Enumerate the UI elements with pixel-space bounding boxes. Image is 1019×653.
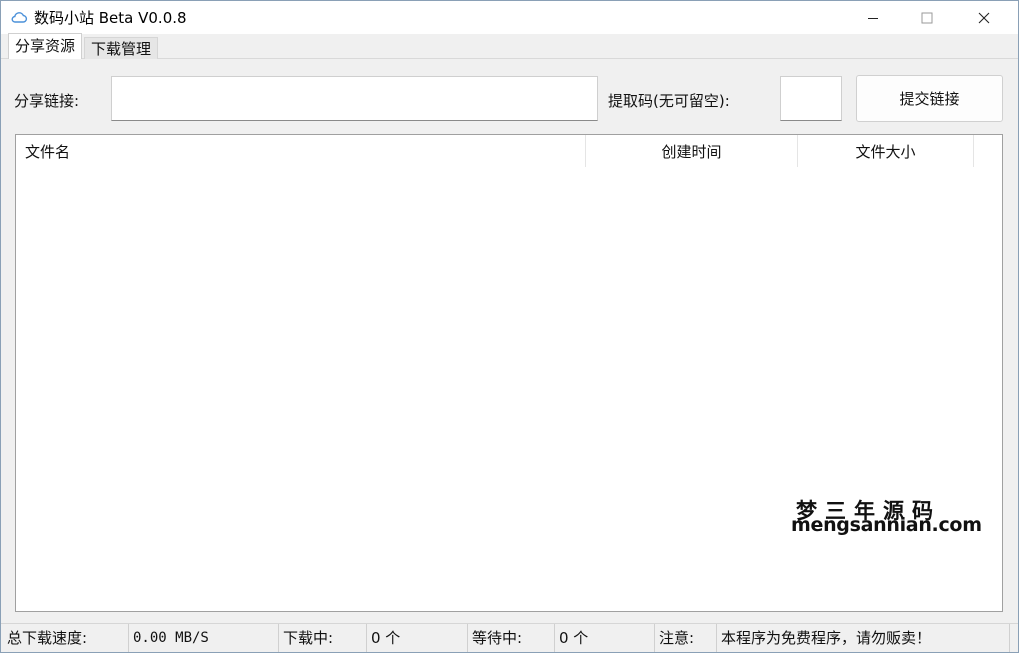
status-speed-label: 总下载速度: — [1, 624, 129, 652]
close-button[interactable] — [961, 1, 1007, 34]
title-bar[interactable]: 数码小站 Beta V0.0.8 — [1, 1, 1018, 34]
status-waiting-label: 等待中: — [468, 624, 555, 652]
cloud-icon — [11, 12, 28, 23]
status-waiting-value: 0 个 — [555, 624, 655, 652]
extract-code-label: 提取码(无可留空): — [608, 92, 730, 110]
close-icon — [978, 12, 990, 23]
column-header-file-size[interactable]: 文件大小 — [798, 135, 974, 167]
column-header-filename[interactable]: 文件名 — [16, 135, 586, 167]
watermark-url: mengsannian.com — [791, 514, 982, 536]
column-header-created-time[interactable]: 创建时间 — [586, 135, 798, 167]
maximize-button[interactable] — [904, 1, 950, 34]
extract-code-input[interactable] — [780, 76, 842, 121]
status-note-value: 本程序为免费程序，请勿贩卖！ — [717, 624, 1010, 652]
maximize-icon — [921, 12, 933, 23]
file-list[interactable]: 文件名 创建时间 文件大小 — [15, 134, 1003, 612]
status-downloading-label: 下载中: — [279, 624, 367, 652]
tab-share-resources[interactable]: 分享资源 — [8, 33, 83, 59]
share-link-label: 分享链接: — [14, 92, 80, 110]
file-list-header: 文件名 创建时间 文件大小 — [16, 135, 1002, 167]
status-speed-value: 0.00 MB/S — [129, 624, 279, 652]
minimize-button[interactable] — [850, 1, 896, 34]
tab-strip: 分享资源 下载管理 — [1, 33, 1018, 59]
app-window: 数码小站 Beta V0.0.8 分享资源 下载管理 分享链接: 提取码(无可留… — [0, 0, 1019, 653]
share-link-input[interactable] — [111, 76, 598, 121]
submit-link-button[interactable]: 提交链接 — [856, 75, 1003, 122]
status-bar: 总下载速度: 0.00 MB/S 下载中: 0 个 等待中: 0 个 注意: 本… — [1, 623, 1018, 652]
window-title: 数码小站 Beta V0.0.8 — [34, 9, 187, 27]
tab-download-manager[interactable]: 下载管理 — [84, 37, 159, 59]
status-note-label: 注意: — [655, 624, 717, 652]
status-downloading-value: 0 个 — [367, 624, 468, 652]
minimize-icon — [868, 17, 878, 19]
